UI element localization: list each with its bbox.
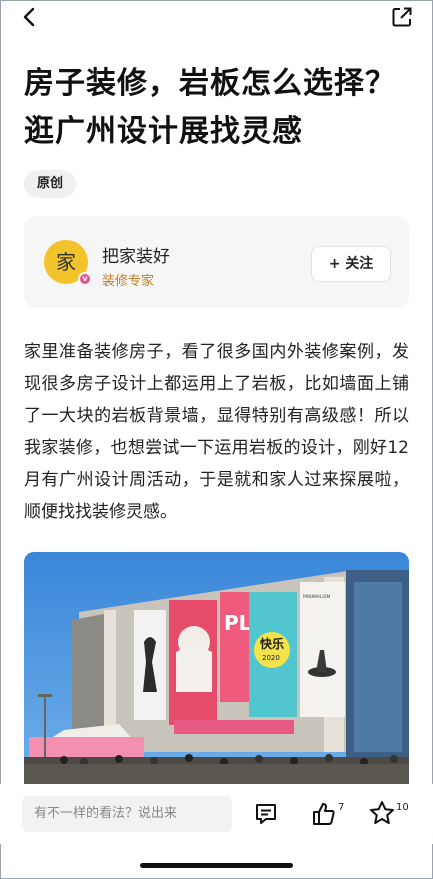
comment-input[interactable]: 有不一样的看法？说出来 <box>22 796 232 832</box>
author-role: 装修专家 <box>102 274 155 289</box>
exhibition-building-image: PLAY 快乐 2020 MINIMALISM <box>24 552 409 784</box>
back-arrow-icon[interactable] <box>20 6 40 28</box>
star-icon[interactable] <box>369 800 395 826</box>
banner-minimalism-text: MINIMALISM <box>303 594 331 600</box>
like-count: 7 <box>338 802 345 813</box>
share-icon[interactable] <box>391 6 413 28</box>
author-name[interactable]: 把家装好 <box>102 242 170 267</box>
follow-button[interactable]: + 关注 <box>311 246 391 282</box>
top-bar <box>0 0 433 40</box>
comment-icon[interactable] <box>254 802 278 826</box>
article-body: 家里准备装修房子，看了很多国内外装修案例，发现很多房子设计上都运用上了岩板，比如… <box>24 342 409 522</box>
banner-year-text: 2020 <box>262 654 280 662</box>
article-photo[interactable]: PLAY 快乐 2020 MINIMALISM <box>24 552 409 784</box>
author-card[interactable]: 家 v 把家装好 装修专家 + 关注 <box>24 216 409 308</box>
article-title: 房子装修，岩板怎么选择？逛广州设计展找灵感 <box>24 66 396 149</box>
banner-kuaile-text: 快乐 <box>260 636 284 651</box>
original-tag: 原创 <box>24 170 77 198</box>
bottom-bar: 有不一样的看法？说出来 7 10 <box>0 784 433 844</box>
favorite-count: 10 <box>396 802 409 813</box>
verified-badge-icon: v <box>78 272 92 286</box>
home-indicator[interactable] <box>140 863 293 868</box>
like-icon[interactable] <box>311 801 337 827</box>
